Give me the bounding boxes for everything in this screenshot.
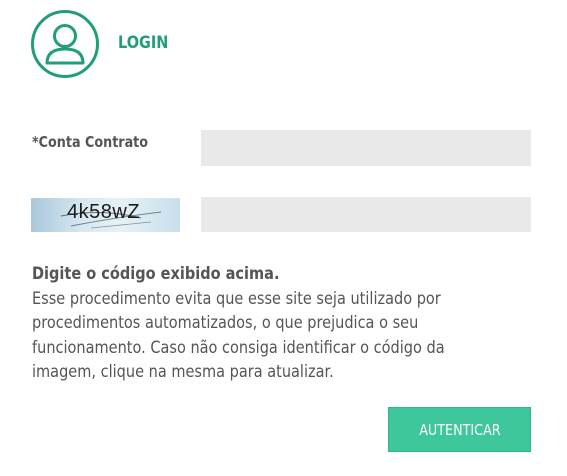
help-body: Esse procedimento evita que esse site se… xyxy=(32,288,445,382)
user-icon xyxy=(45,24,85,65)
authenticate-button[interactable]: AUTENTICAR xyxy=(388,407,531,452)
page-title: LOGIN xyxy=(118,33,169,53)
authenticate-button-label: AUTENTICAR xyxy=(418,420,501,439)
captcha-text: 4k58wZ xyxy=(67,201,141,223)
captcha-input[interactable] xyxy=(201,197,531,232)
contract-account-input[interactable] xyxy=(201,130,531,166)
captcha-image[interactable]: 4k58wZ xyxy=(31,198,180,232)
user-avatar-icon xyxy=(31,10,99,78)
captcha-help-text: Digite o código exibido acima. Esse proc… xyxy=(32,262,446,385)
help-title: Digite o código exibido acima. xyxy=(32,264,280,283)
contract-label: *Conta Contrato xyxy=(32,133,149,151)
